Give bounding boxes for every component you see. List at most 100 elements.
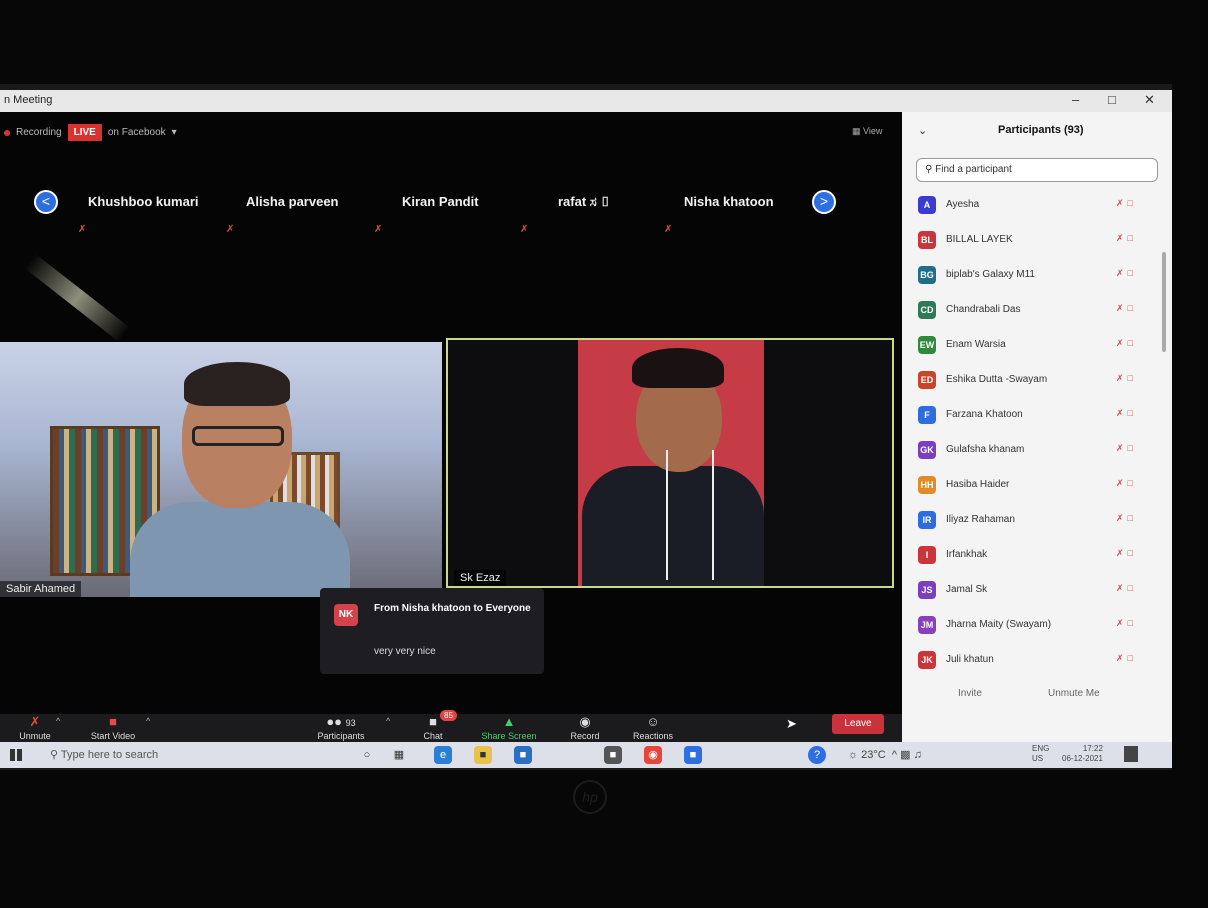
- participant-row[interactable]: IR Iliyaz Rahaman ✗□: [902, 505, 1172, 540]
- panel-title: Participants (93): [998, 124, 1084, 136]
- muted-mic-icon: ✗: [78, 224, 87, 235]
- participant-hair: [632, 348, 724, 388]
- panel-scrollbar[interactable]: [1162, 252, 1166, 352]
- task-view-icon[interactable]: ▦: [390, 746, 408, 764]
- participants-button[interactable]: ●● 93 Participants: [296, 714, 386, 741]
- edge-icon[interactable]: e: [434, 746, 452, 764]
- muted-mic-video-off-icon: ✗□: [1116, 408, 1137, 418]
- invite-button[interactable]: Invite: [958, 688, 982, 699]
- muted-mic-video-off-icon: ✗□: [1116, 373, 1137, 383]
- windows-start-icon[interactable]: [10, 749, 22, 761]
- view-button[interactable]: ▦ View: [852, 126, 882, 137]
- participant-row[interactable]: CD Chandrabali Das ✗□: [902, 295, 1172, 330]
- audio-options-chevron-icon[interactable]: ^: [56, 716, 60, 726]
- chevron-down-icon[interactable]: ▾: [172, 127, 177, 138]
- recording-indicator: Recording LIVE on Facebook ▾: [4, 124, 177, 141]
- participant-row[interactable]: ED Eshika Dutta -Swayam ✗□: [902, 365, 1172, 400]
- participant-row[interactable]: JK Juli khatun ✗□: [902, 645, 1172, 680]
- video-options-chevron-icon[interactable]: ^: [146, 716, 150, 726]
- cortana-icon[interactable]: ○: [358, 746, 376, 764]
- window-titlebar: n Meeting – □ ✕: [0, 90, 1172, 112]
- muted-mic-video-off-icon: ✗□: [1116, 198, 1137, 208]
- file-explorer-icon[interactable]: ■: [474, 746, 492, 764]
- participant-row[interactable]: I Irfankhak ✗□: [902, 540, 1172, 575]
- participant-avatar: BL: [918, 231, 936, 249]
- weather-temp[interactable]: 23°C: [861, 749, 886, 761]
- participant-row[interactable]: A Ayesha ✗□: [902, 190, 1172, 225]
- clock-date: 06-12-2021: [1062, 754, 1103, 763]
- participant-name: Juli khatun: [946, 654, 994, 665]
- close-icon[interactable]: ✕: [1144, 92, 1155, 108]
- windows-taskbar: ⚲ Type here to search ○ ▦ e ■ ■ ■ ◉ ■ ? …: [0, 742, 1172, 768]
- muted-mic-icon: ✗: [374, 224, 383, 235]
- muted-mic-video-off-icon: ✗□: [1116, 653, 1137, 663]
- participant-avatar: GK: [918, 441, 936, 459]
- participant-name: Gulafsha khanam: [946, 444, 1025, 455]
- taskbar-search[interactable]: ⚲ Type here to search: [50, 748, 158, 761]
- window-title: n Meeting: [4, 94, 53, 106]
- tray-chevron-icon[interactable]: ^: [892, 749, 897, 761]
- participant-name: Eshika Dutta -Swayam: [946, 374, 1048, 385]
- chat-notification-popup[interactable]: NK From Nisha khatoon to Everyone very v…: [320, 588, 544, 674]
- participant-row[interactable]: BG biplab's Galaxy M11 ✗□: [902, 260, 1172, 295]
- participant-row[interactable]: EW Enam Warsia ✗□: [902, 330, 1172, 365]
- store-icon[interactable]: ■: [514, 746, 532, 764]
- chevron-right-icon: >: [819, 193, 829, 209]
- minimize-icon[interactable]: –: [1072, 92, 1079, 107]
- participant-row[interactable]: GK Gulafsha khanam ✗□: [902, 435, 1172, 470]
- live-destination[interactable]: on Facebook: [108, 127, 166, 138]
- participant-name: Enam Warsia: [946, 339, 1006, 350]
- zoom-app-icon[interactable]: ■: [684, 746, 702, 764]
- start-video-button[interactable]: ■ Start Video: [68, 714, 158, 741]
- earphone-cable: [666, 450, 668, 580]
- muted-mic-icon: ✗: [520, 224, 529, 235]
- participant-list: A Ayesha ✗□ BL BILLAL LAYEK ✗□ BG biplab's Gala…: [902, 190, 1172, 680]
- participant-avatar: BG: [918, 266, 936, 284]
- language-indicator[interactable]: ENG US: [1032, 744, 1049, 764]
- participant-name: Jharna Maity (Swayam): [946, 619, 1052, 630]
- volume-icon[interactable]: ♫: [914, 749, 922, 761]
- participant-name: BILLAL LAYEK: [946, 234, 1013, 245]
- view-label: View: [863, 126, 883, 136]
- participant-row[interactable]: JS Jamal Sk ✗□: [902, 575, 1172, 610]
- participant-row[interactable]: HH Hasiba Haider ✗□: [902, 470, 1172, 505]
- collapse-panel-chevron-icon[interactable]: ⌄: [918, 124, 927, 137]
- meeting-area: Recording LIVE on Facebook ▾ ▦ View < Kh…: [0, 112, 902, 742]
- muted-mic-video-off-icon: ✗□: [1116, 338, 1137, 348]
- participant-row[interactable]: F Farzana Khatoon ✗□: [902, 400, 1172, 435]
- muted-mic-icon: ✗: [226, 224, 235, 235]
- hp-logo: hp: [573, 780, 607, 814]
- participant-row[interactable]: BL BILLAL LAYEK ✗□: [902, 225, 1172, 260]
- video-tile-left[interactable]: Sabir Ahamed: [0, 342, 442, 597]
- participant-avatar: JS: [918, 581, 936, 599]
- muted-mic-video-off-icon: ✗□: [1116, 548, 1137, 558]
- gallery-strip: < Khushboo kumari Alisha parveen Kiran P…: [30, 184, 850, 254]
- participant-avatar: EW: [918, 336, 936, 354]
- strip-name: Nisha khatoon: [684, 194, 774, 209]
- help-icon[interactable]: ?: [808, 746, 826, 764]
- video-tile-right[interactable]: Sk Ezaz: [446, 338, 894, 588]
- prev-page-button[interactable]: <: [34, 190, 58, 214]
- notification-icon[interactable]: [1124, 746, 1138, 762]
- maximize-icon[interactable]: □: [1108, 92, 1116, 107]
- tile-name-label: Sabir Ahamed: [0, 581, 82, 597]
- participant-name: Chandrabali Das: [946, 304, 1021, 315]
- earphone-cable: [712, 450, 714, 580]
- clock[interactable]: 17:22 06-12-2021: [1062, 744, 1103, 764]
- unmute-me-button[interactable]: Unmute Me: [1048, 688, 1100, 699]
- network-icon[interactable]: ▩: [900, 749, 910, 761]
- app-icon[interactable]: ■: [604, 746, 622, 764]
- search-icon: ⚲: [925, 164, 933, 175]
- participant-name: Farzana Khatoon: [946, 409, 1023, 420]
- start-video-label: Start Video: [90, 731, 136, 741]
- participant-search-input[interactable]: ⚲ Find a participant: [916, 158, 1158, 182]
- next-page-button[interactable]: >: [812, 190, 836, 214]
- participant-row[interactable]: JM Jharna Maity (Swayam) ✗□: [902, 610, 1172, 645]
- chrome-icon[interactable]: ◉: [644, 746, 662, 764]
- leave-button[interactable]: Leave: [832, 714, 884, 734]
- meeting-toolbar: ✗ Unmute ^ ■ Start Video ^ ●● 93 Partici…: [0, 710, 902, 742]
- participant-body: [130, 502, 350, 597]
- participant-avatar: HH: [918, 476, 936, 494]
- participant-body: [582, 466, 764, 586]
- reactions-button[interactable]: ☺ Reactions: [608, 714, 698, 741]
